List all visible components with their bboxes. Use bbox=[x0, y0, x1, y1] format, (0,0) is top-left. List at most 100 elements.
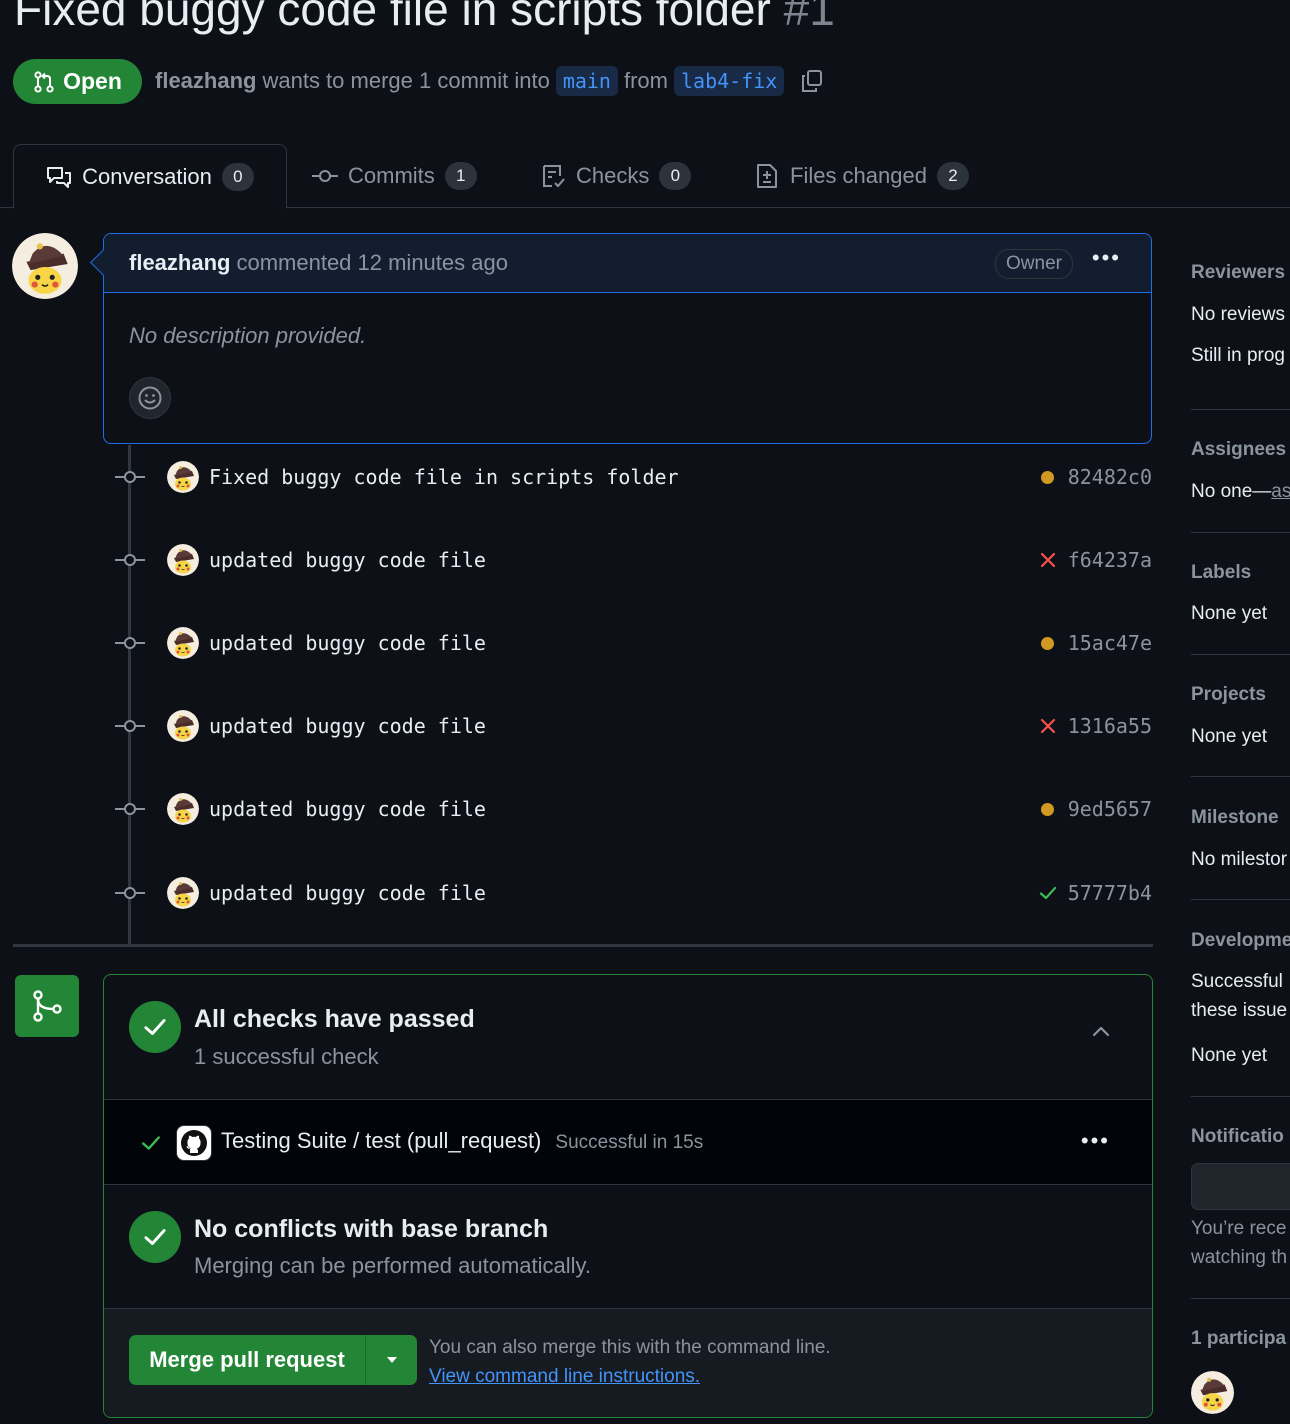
labels-heading[interactable]: Labels bbox=[1191, 562, 1290, 584]
head-branch[interactable]: lab4-fix bbox=[673, 66, 785, 96]
comment-meta[interactable]: commented 12 minutes ago bbox=[236, 250, 508, 276]
failed-status-icon[interactable] bbox=[1038, 550, 1058, 570]
checks-title: All checks have passed bbox=[194, 1005, 475, 1033]
checks-passed-icon bbox=[129, 1001, 181, 1053]
base-branch[interactable]: main bbox=[555, 66, 618, 96]
failed-status-icon[interactable] bbox=[1038, 716, 1058, 736]
check-icon bbox=[140, 1132, 162, 1154]
development-heading[interactable]: Developme bbox=[1191, 930, 1290, 952]
checks-summary: All checks have passed 1 successful chec… bbox=[104, 975, 1152, 1099]
commit-message[interactable]: updated buggy code file bbox=[209, 797, 1038, 821]
tab-commits-label: Commits bbox=[348, 162, 435, 188]
assign-yourself-link[interactable]: as bbox=[1271, 481, 1290, 502]
pr-author-link[interactable]: fleazhang bbox=[155, 68, 256, 94]
comment-author[interactable]: fleazhang bbox=[129, 250, 230, 276]
check-run-label[interactable]: Testing Suite / test (pull_request) Succe… bbox=[221, 1128, 703, 1154]
commit-message[interactable]: Fixed buggy code file in scripts folder bbox=[209, 465, 1038, 489]
commit-author-avatar[interactable] bbox=[167, 710, 199, 742]
merge-pull-request-button[interactable]: Merge pull request bbox=[129, 1335, 366, 1385]
pending-status-icon[interactable] bbox=[1038, 633, 1058, 653]
git-commit-icon bbox=[115, 800, 145, 818]
git-commit-icon bbox=[115, 884, 145, 902]
commit-message[interactable]: updated buggy code file bbox=[209, 548, 1038, 572]
comment-pointer bbox=[90, 249, 117, 276]
command-line-instructions-link[interactable]: View command line instructions. bbox=[429, 1366, 700, 1388]
git-commit-icon bbox=[115, 717, 145, 735]
notifications-text-2: watching th bbox=[1191, 1247, 1288, 1268]
commit-message[interactable]: updated buggy code file bbox=[209, 631, 1038, 655]
triangle-down-icon bbox=[386, 1357, 397, 1363]
pr-title: Fixed buggy code file in scripts folder … bbox=[14, 0, 835, 36]
comment-options-icon[interactable]: ••• bbox=[1092, 245, 1121, 271]
notifications-text-1: You’re rece bbox=[1191, 1218, 1287, 1239]
pr-title-text: Fixed buggy code file in scripts folder bbox=[14, 0, 771, 35]
development-value: None yet bbox=[1191, 1045, 1268, 1066]
merge-options-dropdown[interactable] bbox=[366, 1335, 417, 1385]
tab-checks-count: 0 bbox=[659, 161, 692, 190]
commit-author-avatar[interactable] bbox=[167, 793, 199, 825]
copy-icon[interactable] bbox=[800, 68, 824, 94]
git-pull-request-icon bbox=[34, 70, 54, 93]
comment-header: fleazhang commented 12 minutes ago Owner… bbox=[90, 234, 1151, 293]
owner-badge: Owner bbox=[995, 249, 1073, 279]
tab-commits-count: 1 bbox=[444, 161, 477, 190]
reviewers-heading[interactable]: Reviewers bbox=[1191, 262, 1290, 284]
projects-value: None yet bbox=[1191, 726, 1268, 747]
development-text-2: these issue bbox=[1191, 1000, 1288, 1021]
timeline-divider bbox=[13, 944, 1153, 947]
commit-sha[interactable]: 9ed5657 bbox=[1068, 797, 1152, 821]
projects-heading[interactable]: Projects bbox=[1191, 684, 1290, 706]
assignees-heading[interactable]: Assignees bbox=[1191, 439, 1290, 461]
pr-state-label: Open bbox=[63, 68, 122, 94]
assignees-text: No one— bbox=[1191, 481, 1272, 502]
pending-status-icon[interactable] bbox=[1038, 467, 1058, 487]
commit-author-avatar[interactable] bbox=[167, 461, 199, 493]
check-run-result: Successful in 15s bbox=[555, 1132, 704, 1153]
commit-sha[interactable]: 82482c0 bbox=[1068, 465, 1152, 489]
pending-status-icon[interactable] bbox=[1038, 799, 1058, 819]
sidebar-divider bbox=[1191, 654, 1290, 655]
conflicts-title: No conflicts with base branch bbox=[194, 1215, 549, 1243]
commit-row: updated buggy code file 57777b4 bbox=[115, 873, 1152, 913]
merge-actions: Merge pull request You can also merge th… bbox=[104, 1308, 1152, 1417]
check-run-row[interactable]: Testing Suite / test (pull_request) Succe… bbox=[104, 1099, 1152, 1185]
no-conflicts-icon bbox=[129, 1211, 181, 1263]
commit-author-avatar[interactable] bbox=[167, 627, 199, 659]
checklist-icon bbox=[543, 164, 565, 187]
participants-heading: 1 participa bbox=[1191, 1328, 1287, 1349]
check-options-icon[interactable]: ••• bbox=[1081, 1128, 1110, 1154]
commit-row: updated buggy code file 1316a55 bbox=[115, 706, 1152, 746]
commit-sha[interactable]: f64237a bbox=[1068, 548, 1152, 572]
notifications-heading: Notificatio bbox=[1191, 1126, 1284, 1147]
commit-author-avatar[interactable] bbox=[167, 544, 199, 576]
participant-avatar[interactable] bbox=[1191, 1371, 1234, 1414]
development-text-1: Successful bbox=[1191, 971, 1283, 992]
tab-conversation[interactable]: Conversation 0 bbox=[13, 144, 287, 209]
commit-message[interactable]: updated buggy code file bbox=[209, 714, 1038, 738]
labels-value: None yet bbox=[1191, 603, 1268, 624]
commit-sha[interactable]: 57777b4 bbox=[1068, 881, 1152, 905]
notifications-subscribe-button[interactable] bbox=[1191, 1163, 1290, 1210]
sidebar-divider bbox=[1191, 1096, 1290, 1097]
commit-sha[interactable]: 1316a55 bbox=[1068, 714, 1152, 738]
tab-files-changed-count: 2 bbox=[936, 161, 969, 190]
commit-sha[interactable]: 15ac47e bbox=[1068, 631, 1152, 655]
milestone-heading[interactable]: Milestone bbox=[1191, 807, 1290, 829]
sidebar-divider bbox=[1191, 899, 1290, 900]
check-run-name: Testing Suite / test (pull_request) bbox=[221, 1128, 542, 1153]
success-status-icon[interactable] bbox=[1038, 883, 1058, 903]
milestone-value: No milestor bbox=[1191, 849, 1288, 870]
git-commit-icon bbox=[115, 468, 145, 486]
commit-row: updated buggy code file 9ed5657 bbox=[115, 789, 1152, 829]
tab-commits[interactable]: Commits 1 bbox=[312, 144, 477, 207]
tab-files-changed[interactable]: Files changed 2 bbox=[754, 144, 969, 207]
assignees-value: No one—as bbox=[1191, 481, 1290, 503]
chevron-up-icon[interactable] bbox=[1090, 1020, 1112, 1042]
timeline-line bbox=[128, 445, 131, 945]
commit-message[interactable]: updated buggy code file bbox=[209, 881, 1038, 905]
commit-author-avatar[interactable] bbox=[167, 877, 199, 909]
author-avatar[interactable] bbox=[12, 233, 78, 299]
git-commit-icon bbox=[115, 551, 145, 569]
add-reaction-button[interactable] bbox=[129, 377, 171, 419]
tab-checks[interactable]: Checks 0 bbox=[540, 144, 692, 207]
